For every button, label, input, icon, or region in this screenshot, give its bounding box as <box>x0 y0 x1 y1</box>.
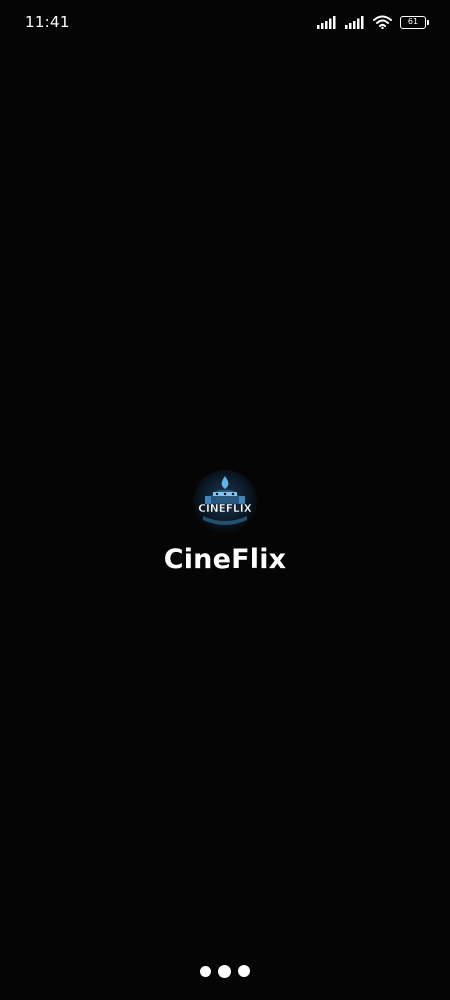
logo-wordmark: CINEFLIX <box>198 503 251 515</box>
loading-dot <box>218 965 231 978</box>
loading-dot <box>200 966 211 977</box>
app-name: CineFlix <box>163 544 287 575</box>
signal-icon <box>317 15 337 29</box>
loading-dots-icon <box>0 964 450 978</box>
signal-icon <box>345 15 365 29</box>
loading-dot <box>238 965 250 977</box>
splash-content: CINEFLIX CineFlix <box>0 470 450 575</box>
wifi-icon <box>373 15 392 29</box>
app-logo: CINEFLIX <box>193 470 257 534</box>
battery-icon: 61 <box>400 15 429 29</box>
status-icons: 61 <box>317 14 429 30</box>
battery-level: 61 <box>407 17 419 26</box>
status-bar: 11:41 61 <box>0 0 450 44</box>
status-time: 11:41 <box>25 13 70 31</box>
